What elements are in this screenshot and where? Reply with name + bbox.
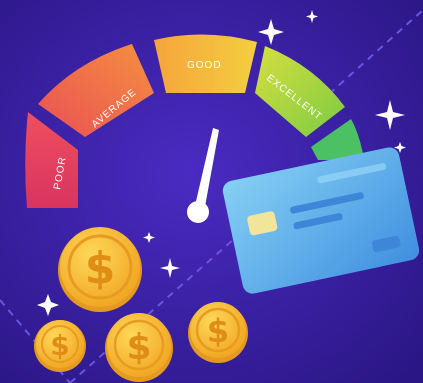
coin-small-left: $ bbox=[34, 320, 86, 372]
illustration-canvas: POOR AVERAGE GOOD EXCELLENT $ $ $ $ bbox=[0, 0, 423, 383]
svg-text:$: $ bbox=[126, 327, 151, 368]
svg-text:$: $ bbox=[85, 243, 116, 294]
svg-text:$: $ bbox=[50, 329, 69, 362]
gauge-label-good: GOOD bbox=[187, 60, 222, 71]
credit-score-illustration: POOR AVERAGE GOOD EXCELLENT $ $ $ $ bbox=[0, 0, 423, 383]
svg-text:$: $ bbox=[207, 312, 229, 350]
